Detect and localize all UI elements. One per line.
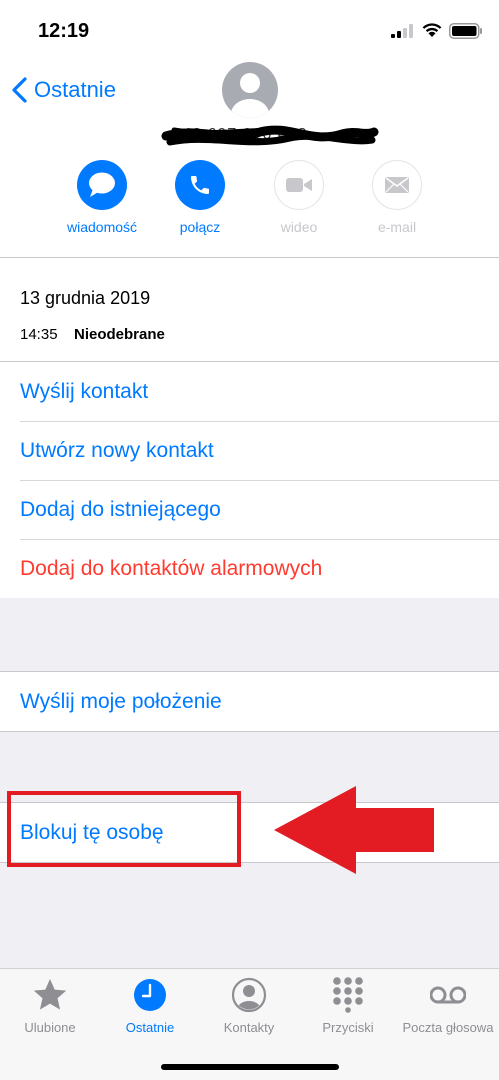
clock-icon — [134, 979, 166, 1011]
envelope-icon — [385, 177, 409, 193]
highlight-box — [7, 791, 241, 867]
status-bar: 12:19 — [0, 0, 499, 60]
call-status: Nieodebrane — [74, 326, 165, 343]
contact-number: +48 697 010 418 — [160, 122, 380, 152]
message-action-circle[interactable] — [77, 160, 127, 210]
call-action-label: połącz — [179, 219, 221, 235]
add-to-emergency-contacts-button[interactable]: Dodaj do kontaktów alarmowych — [0, 539, 499, 598]
share-location-group: Wyślij moje położenie — [0, 671, 499, 732]
back-button[interactable]: Ostatnie — [10, 74, 116, 106]
tab-recents[interactable]: Ostatnie — [100, 977, 200, 1035]
keypad-icon — [333, 977, 363, 1013]
tab-contacts-label: Kontakty — [223, 1020, 275, 1035]
redaction-scribble — [161, 125, 379, 146]
tab-favorites-label: Ulubione — [24, 1020, 76, 1035]
video-action-label: wideo — [280, 219, 318, 235]
phone-icon — [191, 176, 209, 194]
email-action-circle[interactable] — [372, 160, 422, 210]
person-circle-icon — [231, 977, 267, 1013]
video-action[interactable]: wideo — [254, 160, 344, 235]
home-indicator[interactable] — [161, 1064, 339, 1070]
chevron-left-icon — [12, 77, 27, 103]
tab-voicemail-label: Poczta głosowa — [402, 1020, 494, 1035]
voicemail-icon — [430, 986, 466, 1004]
call-action[interactable]: połącz — [155, 160, 245, 235]
tab-contacts[interactable]: Kontakty — [199, 977, 299, 1035]
wifi-icon — [422, 23, 442, 37]
battery-icon — [449, 23, 482, 39]
add-to-existing-contact-button[interactable]: Dodaj do istniejącego — [0, 480, 499, 539]
share-contact-button[interactable]: Wyślij kontakt — [0, 362, 499, 421]
status-time: 12:19 — [38, 20, 90, 42]
message-bubble-icon — [89, 172, 115, 197]
tab-recents-label: Ostatnie — [125, 1020, 175, 1035]
call-time: 14:35 — [20, 326, 58, 343]
action-row: wiadomość połącz wideo e-mail — [0, 160, 499, 250]
tab-voicemail[interactable]: Poczta głosowa — [398, 977, 498, 1035]
message-action[interactable]: wiadomość — [57, 160, 147, 235]
call-action-circle[interactable] — [175, 160, 225, 210]
back-label: Ostatnie — [34, 77, 116, 102]
contact-header: Ostatnie +48 697 010 418 wiadomość połąc… — [0, 60, 499, 258]
share-my-location-button[interactable]: Wyślij moje położenie — [0, 672, 499, 731]
tab-keypad[interactable]: Przyciski — [298, 977, 398, 1035]
star-icon — [33, 979, 67, 1010]
email-action-label: e-mail — [377, 219, 417, 235]
video-camera-icon — [286, 178, 312, 192]
video-action-circle[interactable] — [274, 160, 324, 210]
call-date: 13 grudnia 2019 — [20, 288, 151, 308]
avatar-icon — [222, 62, 278, 118]
create-new-contact-button[interactable]: Utwórz nowy kontakt — [0, 421, 499, 480]
tab-keypad-label: Przyciski — [322, 1020, 374, 1035]
contact-actions-list: Wyślij kontakt Utwórz nowy kontakt Dodaj… — [0, 362, 499, 598]
tab-favorites[interactable]: Ulubione — [0, 977, 100, 1035]
call-info: 13 grudnia 2019 14:35 Nieodebrane — [0, 258, 499, 362]
message-action-label: wiadomość — [66, 219, 138, 235]
arrow-left-icon — [274, 786, 434, 874]
email-action[interactable]: e-mail — [352, 160, 442, 235]
signal-icon — [391, 24, 413, 38]
